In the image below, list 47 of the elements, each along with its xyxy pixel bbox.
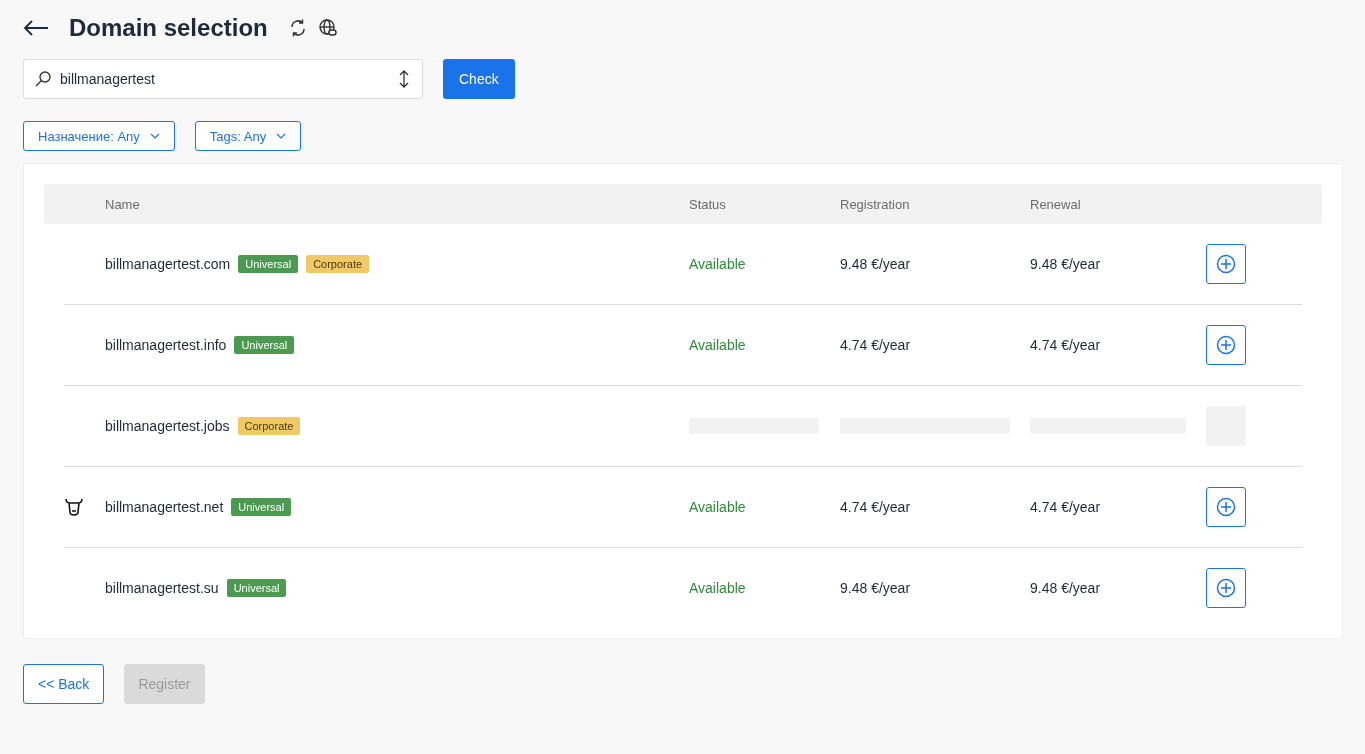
price-text: 4.74 €/year xyxy=(840,499,912,515)
tag-label: Corporate xyxy=(306,255,370,273)
column-header: Status xyxy=(689,196,727,212)
price-text: 4.74 €/year xyxy=(840,337,912,353)
tag-label: Universal xyxy=(231,498,292,516)
add-button[interactable] xyxy=(1206,487,1246,527)
page-title: Domain selection xyxy=(69,14,268,42)
search-field[interactable]: billmanagertest xyxy=(23,59,423,99)
domain-name: billmanagertest.net xyxy=(105,499,224,515)
price-text: 4.74 €/year xyxy=(1030,499,1102,515)
add-button[interactable] xyxy=(1206,325,1246,365)
sort-arrows-icon[interactable] xyxy=(399,70,409,88)
status-text: Available xyxy=(689,499,747,515)
plus-circle-icon xyxy=(1216,497,1236,517)
column-header: Registration xyxy=(840,196,911,212)
column-header: Name xyxy=(105,196,141,212)
domain-name: billmanagertest.com xyxy=(105,256,231,272)
back-arrow-icon[interactable] xyxy=(23,20,49,36)
price-text: 9.48 €/year xyxy=(840,580,912,596)
plus-circle-icon xyxy=(1216,335,1236,355)
status-text: Available xyxy=(689,256,747,272)
plus-circle-icon xyxy=(1216,578,1236,598)
chevron-down-icon xyxy=(149,133,160,139)
price-text: 4.74 €/year xyxy=(1030,337,1102,353)
filter-dropdown[interactable]: Назначение: Any xyxy=(23,121,175,151)
back-button[interactable]: << Back xyxy=(23,664,105,704)
tag-label: Universal xyxy=(226,579,287,597)
domain-name: billmanagertest.jobs xyxy=(105,418,230,434)
add-button[interactable] xyxy=(1206,568,1246,608)
price-text: 9.48 €/year xyxy=(1030,580,1102,596)
filter-dropdown[interactable]: Tags: Any xyxy=(194,121,302,151)
status-text: Available xyxy=(689,337,747,353)
add-button[interactable] xyxy=(1206,244,1246,284)
tag-label: Corporate xyxy=(237,417,301,435)
search-icon xyxy=(35,71,51,87)
plus-circle-icon xyxy=(1216,254,1236,274)
tag-label: Universal xyxy=(238,255,299,273)
chevron-down-icon xyxy=(276,133,287,139)
check-button[interactable]: Check xyxy=(443,59,515,99)
status-text: Available xyxy=(689,580,747,596)
column-header: Renewal xyxy=(1030,196,1082,212)
globe-icon[interactable] xyxy=(317,18,338,38)
domain-name: billmanagertest.su xyxy=(105,580,219,596)
tag-label: Universal xyxy=(234,336,295,354)
price-text: 9.48 €/year xyxy=(1030,256,1102,272)
price-text: 9.48 €/year xyxy=(840,256,912,272)
domain-name: billmanagertest.info xyxy=(105,337,227,353)
